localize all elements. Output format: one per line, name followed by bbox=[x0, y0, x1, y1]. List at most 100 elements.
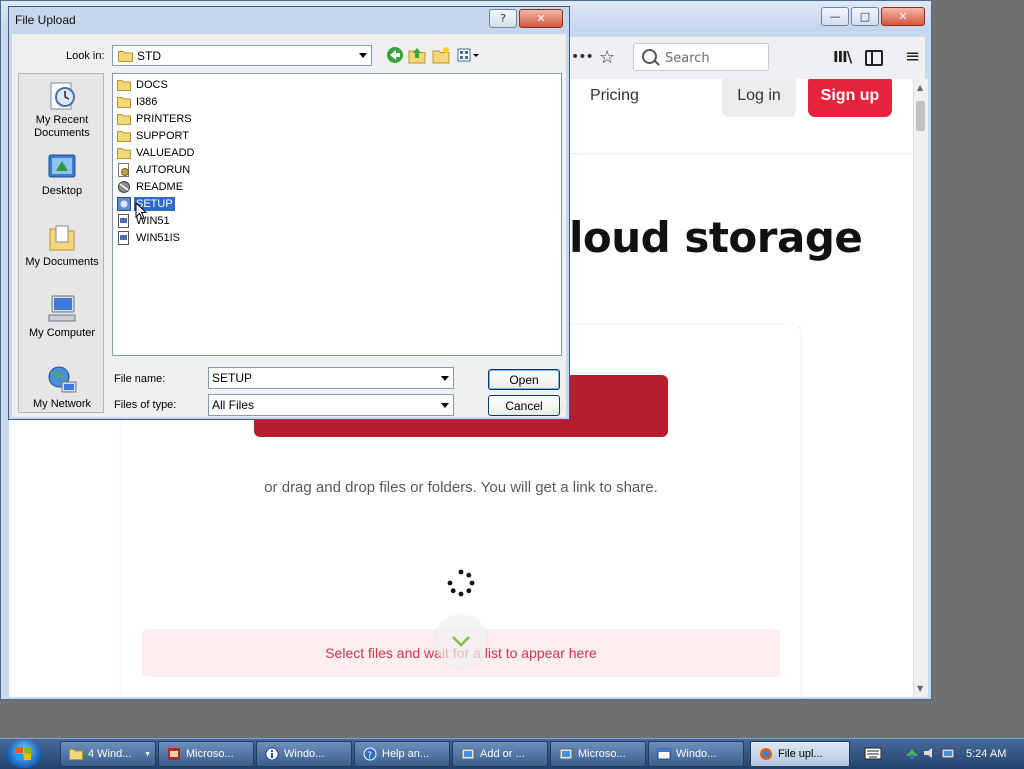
search-placeholder: Search bbox=[665, 51, 710, 66]
place-label: Desktop bbox=[41, 185, 83, 197]
taskbar-item-microsoft[interactable]: Microso... bbox=[158, 741, 254, 767]
chevron-down-icon: ▼ bbox=[144, 750, 151, 758]
file-item[interactable]: WIN51IS bbox=[117, 229, 182, 246]
page-actions-icon[interactable]: ••• bbox=[571, 49, 594, 65]
help-icon: ? bbox=[363, 747, 377, 761]
menu-icon[interactable]: ≡ bbox=[905, 46, 920, 67]
taskbar-item-help[interactable]: ? Help an... bbox=[354, 741, 450, 767]
file-name: PRINTERS bbox=[136, 112, 192, 125]
system-file-icon bbox=[118, 230, 129, 245]
file-type-value: All Files bbox=[212, 398, 255, 412]
taskbar-item-window[interactable]: Windo... bbox=[648, 741, 744, 767]
file-item[interactable]: README bbox=[117, 178, 185, 195]
folder-icon bbox=[117, 147, 131, 159]
firefox-icon bbox=[760, 748, 772, 760]
taskbar-item-label: Windo... bbox=[676, 748, 717, 760]
signup-button[interactable]: Sign up bbox=[808, 79, 892, 117]
nav-pricing-link[interactable]: Pricing bbox=[590, 87, 639, 105]
chevron-down-icon bbox=[452, 636, 470, 647]
volume-icon[interactable] bbox=[922, 746, 938, 760]
taskbar-item-add-remove[interactable]: Add or ... bbox=[452, 741, 548, 767]
library-icon[interactable]: III\ bbox=[833, 48, 852, 66]
file-item[interactable]: VALUEADD bbox=[117, 144, 196, 161]
page-scrollbar[interactable]: ▲ ▼ bbox=[913, 79, 928, 697]
resize-grip-icon[interactable]: ⋰ bbox=[556, 406, 564, 415]
look-in-value: STD bbox=[137, 49, 161, 63]
autorun-icon bbox=[118, 162, 129, 177]
dialog-close-button[interactable]: ✕ bbox=[519, 9, 563, 28]
help-button[interactable]: ? bbox=[489, 9, 517, 28]
place-recent-documents[interactable]: My Recent Documents bbox=[19, 80, 105, 140]
file-list[interactable]: DOCS I386 PRINTERS SUPPORT VALUEADD AUTO… bbox=[112, 73, 562, 356]
scroll-down-icon[interactable]: ▼ bbox=[917, 684, 923, 693]
mouse-cursor-icon bbox=[135, 202, 147, 220]
place-label: My Recent Documents bbox=[34, 114, 90, 139]
file-item[interactable]: SUPPORT bbox=[117, 127, 191, 144]
keyboard-icon[interactable] bbox=[864, 745, 882, 761]
taskbar-item-label: File upl... bbox=[778, 748, 823, 760]
file-name: WIN51IS bbox=[136, 231, 181, 244]
search-input[interactable]: Search bbox=[633, 43, 769, 71]
file-item[interactable]: DOCS bbox=[117, 76, 170, 93]
new-folder-icon[interactable] bbox=[432, 46, 450, 64]
back-icon[interactable] bbox=[386, 46, 404, 64]
scrollbar-thumb[interactable] bbox=[916, 101, 925, 131]
my-documents-icon bbox=[49, 225, 75, 251]
folder-icon bbox=[118, 51, 133, 62]
readme-icon bbox=[118, 180, 130, 193]
maximize-button[interactable]: □ bbox=[851, 7, 879, 26]
hero-title: loud storage bbox=[569, 213, 863, 262]
view-menu-icon[interactable] bbox=[457, 46, 481, 64]
place-desktop[interactable]: Desktop bbox=[19, 151, 105, 198]
close-button[interactable]: ✕ bbox=[881, 7, 925, 26]
file-name-input[interactable]: SETUP bbox=[208, 367, 454, 389]
scroll-up-icon[interactable]: ▲ bbox=[917, 83, 923, 92]
look-in-dropdown[interactable]: STD bbox=[112, 45, 372, 66]
desktop-icon bbox=[48, 154, 76, 178]
file-name: DOCS bbox=[136, 78, 168, 91]
cancel-button[interactable]: Cancel bbox=[488, 395, 560, 416]
file-item[interactable]: PRINTERS bbox=[117, 110, 194, 127]
taskbar: 4 Wind... ▼ Microso... Windo... ? Help a… bbox=[0, 738, 1024, 769]
open-button[interactable]: Open bbox=[488, 369, 560, 390]
taskbar-item-label: Microso... bbox=[186, 748, 234, 760]
info-icon bbox=[265, 747, 279, 761]
security-icon[interactable] bbox=[940, 746, 956, 760]
place-label: My Network bbox=[32, 398, 92, 410]
taskbar-item-file-upload[interactable]: File upl... bbox=[750, 741, 850, 767]
taskbar-item-windows-info[interactable]: Windo... bbox=[256, 741, 352, 767]
minimize-button[interactable]: — bbox=[821, 7, 849, 26]
place-my-network[interactable]: My Network bbox=[19, 364, 105, 411]
file-type-label: Files of type: bbox=[114, 399, 177, 411]
up-folder-icon[interactable] bbox=[408, 46, 426, 64]
folder-icon bbox=[117, 130, 131, 142]
place-label: My Documents bbox=[25, 256, 99, 268]
network-icon[interactable] bbox=[904, 746, 920, 760]
file-item[interactable]: AUTORUN bbox=[117, 161, 192, 178]
dropdown-arrow-icon[interactable] bbox=[441, 403, 449, 408]
folder-icon bbox=[117, 113, 131, 125]
scroll-down-button[interactable] bbox=[435, 615, 487, 667]
file-item[interactable]: I386 bbox=[117, 93, 159, 110]
file-name: I386 bbox=[136, 95, 158, 108]
place-my-computer[interactable]: My Computer bbox=[19, 293, 105, 340]
taskbar-item-label: Help an... bbox=[382, 748, 430, 760]
taskbar-item-label: 4 Wind... bbox=[88, 748, 132, 760]
sidebar-icon[interactable] bbox=[865, 50, 883, 66]
look-in-label: Look in: bbox=[66, 50, 105, 62]
dropdown-arrow-icon[interactable] bbox=[441, 376, 449, 381]
taskbar-item-microsoft-2[interactable]: Microso... bbox=[550, 741, 646, 767]
place-my-documents[interactable]: My Documents bbox=[19, 222, 105, 269]
microsoft-icon bbox=[559, 748, 573, 760]
dialog-title: File Upload bbox=[15, 13, 76, 27]
microsoft-icon bbox=[168, 748, 180, 760]
start-button[interactable] bbox=[6, 740, 42, 768]
system-file-icon bbox=[118, 213, 129, 228]
window-icon bbox=[657, 748, 671, 760]
taskbar-item-windows-explorer[interactable]: 4 Wind... ▼ bbox=[60, 741, 156, 767]
file-type-select[interactable]: All Files bbox=[208, 394, 454, 416]
login-button[interactable]: Log in bbox=[722, 79, 796, 117]
bookmark-star-icon[interactable]: ☆ bbox=[599, 47, 615, 68]
clock[interactable]: 5:24 AM bbox=[966, 748, 1006, 760]
svg-text:?: ? bbox=[367, 751, 372, 761]
